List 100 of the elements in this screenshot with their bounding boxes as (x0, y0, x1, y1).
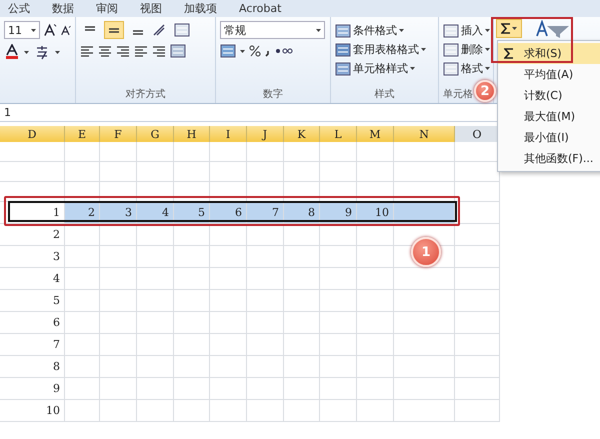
table-cell: 6 (0, 312, 65, 334)
ribbon-tab[interactable]: 审阅 (96, 1, 118, 16)
column-header[interactable]: L (320, 126, 357, 142)
ribbon-tab[interactable]: 视图 (140, 1, 162, 16)
table-cell (455, 400, 500, 422)
column-header[interactable]: K (284, 126, 320, 142)
autosum-button[interactable] (496, 19, 522, 38)
table-cell (455, 312, 500, 334)
column-header[interactable]: H (174, 126, 210, 142)
menu-item[interactable]: 最小值(I) (498, 127, 600, 148)
table-cell (247, 312, 284, 334)
table-cell (174, 162, 210, 182)
column-header[interactable]: G (137, 126, 174, 142)
table-cell (455, 202, 500, 224)
table-cell (284, 268, 320, 290)
table-cell (174, 224, 210, 246)
table-cell (100, 246, 137, 268)
currency-icon[interactable] (220, 44, 236, 58)
table-cell (65, 162, 100, 182)
table-cell (247, 246, 284, 268)
align-icon[interactable] (152, 44, 166, 58)
menu-item[interactable]: 平均值(A) (498, 64, 600, 85)
table-cell (137, 224, 174, 246)
group-label: 对齐方式 (126, 88, 166, 102)
align-icon[interactable] (134, 44, 148, 58)
table-icon[interactable] (335, 42, 351, 56)
ribbon-tab[interactable]: 公式 (8, 1, 30, 16)
table-cell (137, 400, 174, 422)
font-size-field[interactable]: 11 (4, 21, 40, 39)
font-color-icon[interactable] (4, 44, 20, 60)
column-header[interactable]: O (455, 126, 500, 142)
percent-icon[interactable] (249, 45, 261, 57)
table-cell: 4 (0, 268, 65, 290)
menu-item[interactable]: 其他函数(F)... (498, 148, 600, 169)
table-cell (100, 400, 137, 422)
ribbon-tab[interactable]: Acrobat (239, 2, 282, 15)
table-cell (284, 162, 320, 182)
caret-icon (240, 50, 245, 52)
table-cell (320, 356, 357, 378)
table-cell (210, 334, 247, 356)
table-cell (100, 224, 137, 246)
column-header[interactable]: M (357, 126, 394, 142)
table-cell (137, 268, 174, 290)
table-cell (357, 334, 394, 356)
align-icon[interactable] (98, 44, 112, 58)
grow-font-icon[interactable] (44, 23, 57, 37)
table-cell: 8 (0, 356, 65, 378)
sort-filter-icon[interactable] (535, 20, 571, 38)
cells-button[interactable]: 删除 (443, 40, 490, 59)
wrap-text-icon[interactable] (174, 23, 190, 37)
column-header[interactable]: I (210, 126, 247, 142)
menu-item[interactable]: 最大值(M) (498, 106, 600, 127)
table-cell (247, 378, 284, 400)
cells-button[interactable]: 格式 (443, 59, 490, 78)
ribbon-tab[interactable]: 加载项 (184, 1, 217, 16)
table-cell (357, 142, 394, 162)
menu-item[interactable]: 求和(S) (498, 43, 600, 64)
table-cell (100, 312, 137, 334)
table-cell (320, 290, 357, 312)
table-cell (210, 290, 247, 312)
caret-icon (55, 50, 60, 54)
number-format-field[interactable]: 常规 (220, 21, 325, 39)
table-cell (210, 268, 247, 290)
cells-icon[interactable] (443, 42, 459, 56)
cells-icon[interactable] (443, 24, 459, 38)
table-cell (174, 268, 210, 290)
table-cell (320, 378, 357, 400)
table-cell (394, 162, 455, 182)
table-icon[interactable] (335, 62, 351, 76)
caret-icon (30, 28, 36, 32)
table-cell (320, 224, 357, 246)
column-header[interactable]: N (394, 126, 455, 142)
column-header[interactable]: F (100, 126, 137, 142)
ribbon-tab[interactable]: 数据 (52, 1, 74, 16)
table-cell (137, 162, 174, 182)
column-header[interactable]: E (65, 126, 100, 142)
cells-button[interactable]: 插入 (443, 21, 490, 40)
table-icon[interactable] (335, 24, 351, 38)
merge-cells-icon[interactable] (170, 44, 186, 58)
group-label: 数字 (263, 88, 283, 102)
table-cell (210, 224, 247, 246)
table-cell (394, 400, 455, 422)
align-icon[interactable] (80, 44, 94, 58)
table-cell (357, 356, 394, 378)
column-header[interactable]: D (0, 126, 65, 142)
caret-icon (485, 48, 490, 51)
column-header[interactable]: J (247, 126, 284, 142)
menu-item[interactable]: 计数(C) (498, 85, 600, 106)
table-cell (455, 378, 500, 400)
table-cell: 2 (0, 224, 65, 246)
style-button[interactable]: 单元格样式 (335, 59, 415, 78)
style-button[interactable]: 条件格式 (335, 21, 404, 40)
caret-icon (410, 67, 415, 70)
table-cell (357, 268, 394, 290)
style-button[interactable]: 套用表格格式 (335, 40, 426, 59)
cells-icon[interactable] (443, 62, 459, 76)
vertical-align-button[interactable] (104, 21, 124, 39)
align-icon[interactable] (116, 44, 130, 58)
shrink-font-icon[interactable] (60, 24, 71, 36)
formula-value[interactable]: 1 (4, 106, 11, 119)
